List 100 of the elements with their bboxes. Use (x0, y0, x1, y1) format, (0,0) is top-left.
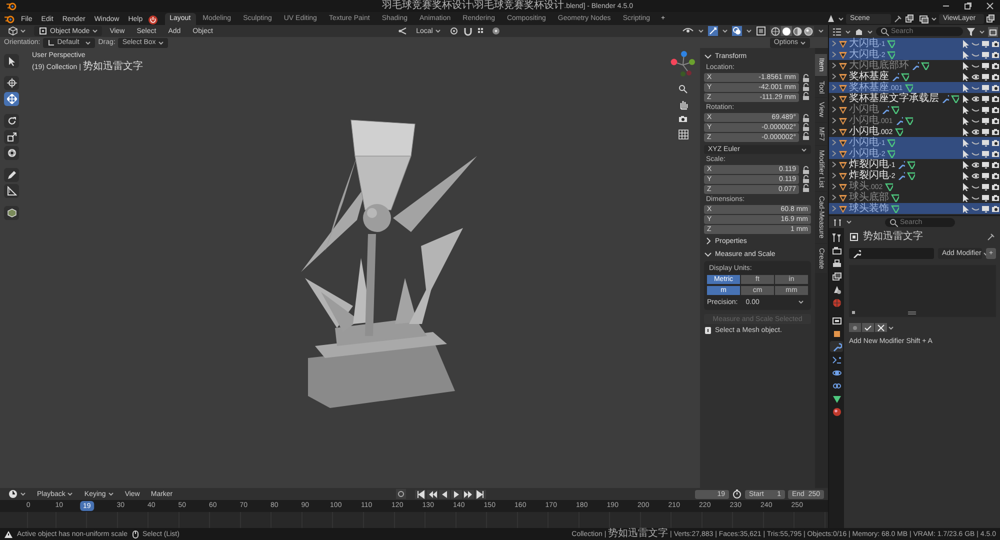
properties-tab[interactable] (830, 245, 843, 256)
monitor-icon[interactable] (981, 149, 989, 158)
overlay-icon[interactable] (732, 26, 742, 36)
tool-button[interactable] (4, 130, 19, 144)
lock-icon[interactable] (802, 114, 810, 122)
zoom-icon[interactable] (678, 84, 688, 95)
stopwatch-icon[interactable] (732, 489, 742, 499)
xray-icon[interactable] (756, 26, 766, 36)
eye-icon[interactable] (971, 160, 979, 169)
camera-icon[interactable] (991, 61, 999, 70)
tool-button[interactable] (4, 146, 19, 160)
monitor-icon[interactable] (981, 116, 989, 125)
grid-icon[interactable] (678, 129, 688, 140)
wrench-icon[interactable] (897, 171, 906, 180)
properties-tab[interactable] (830, 406, 843, 417)
monitor-icon[interactable] (981, 127, 989, 136)
tool-button[interactable] (4, 114, 19, 128)
layers-icon[interactable] (919, 14, 929, 24)
camera-icon[interactable] (991, 160, 999, 169)
shading-button[interactable] (770, 26, 782, 36)
shading-button[interactable] (803, 26, 814, 36)
lock-icon[interactable] (802, 132, 810, 140)
monitor-icon[interactable] (981, 160, 989, 169)
close-icon[interactable] (986, 2, 994, 10)
hand-icon[interactable] (678, 99, 688, 110)
keyframe-icon[interactable] (396, 489, 406, 499)
tool-button[interactable] (4, 206, 19, 220)
properties-tab[interactable] (830, 258, 843, 269)
lock-icon[interactable] (802, 175, 810, 183)
monitor-icon[interactable] (981, 138, 989, 147)
logo-icon[interactable] (6, 1, 17, 11)
playback-button[interactable] (474, 490, 486, 498)
shading-button[interactable] (781, 26, 792, 36)
eye-icon[interactable] (971, 72, 979, 81)
lock-icon[interactable] (802, 123, 810, 131)
tool-button[interactable] (4, 76, 19, 90)
editor-type-icon[interactable] (833, 217, 843, 227)
wrench-icon[interactable] (897, 160, 906, 169)
eye-icon[interactable] (971, 127, 979, 136)
restore-icon[interactable] (964, 2, 972, 10)
camera-icon[interactable] (991, 116, 999, 125)
monitor-icon[interactable] (981, 105, 989, 114)
tool-button[interactable] (4, 54, 19, 68)
outliner-row[interactable]: 大闪电底部环 (829, 60, 1000, 71)
tool-button[interactable] (4, 184, 19, 198)
camera-icon[interactable] (678, 114, 688, 125)
monitor-icon[interactable] (981, 61, 989, 70)
monitor-icon[interactable] (981, 94, 989, 103)
modifier-field[interactable] (849, 248, 934, 259)
pin-icon[interactable] (986, 232, 996, 242)
playback-button[interactable] (426, 490, 438, 498)
outliner-row[interactable]: 球头底部 (829, 192, 1000, 203)
monitor-icon[interactable] (981, 50, 989, 59)
lock-icon[interactable] (802, 184, 810, 192)
monitor-icon[interactable] (981, 171, 989, 180)
wrench-icon[interactable] (894, 116, 903, 125)
monitor-icon[interactable] (981, 72, 989, 81)
camera-icon[interactable] (991, 182, 999, 191)
lock-icon[interactable] (802, 74, 810, 82)
wrench-icon[interactable] (911, 61, 919, 70)
camera-icon[interactable] (991, 72, 999, 81)
camera-icon[interactable] (991, 50, 999, 59)
camera-icon[interactable] (991, 39, 999, 48)
new-collection-icon[interactable] (988, 26, 998, 36)
triangle-icon[interactable] (951, 94, 959, 103)
list-action-button[interactable] (862, 323, 874, 332)
camera-icon[interactable] (991, 149, 999, 158)
list-icon[interactable] (832, 26, 842, 36)
properties-tab[interactable] (830, 232, 843, 243)
proportional-icon[interactable] (490, 26, 501, 36)
camera-icon[interactable] (991, 193, 999, 202)
properties-tab[interactable] (830, 315, 843, 326)
playback-button[interactable] (450, 490, 462, 498)
outliner-row[interactable]: 球头装饰 (829, 203, 1000, 214)
camera-icon[interactable] (991, 138, 999, 147)
lock-icon[interactable] (802, 92, 810, 100)
playback-button[interactable] (414, 490, 426, 498)
wrench-icon[interactable] (881, 105, 889, 114)
gizmo-icon[interactable] (708, 26, 718, 36)
pivot-icon[interactable] (398, 26, 408, 36)
lock-icon[interactable] (802, 166, 810, 174)
camera-icon[interactable] (991, 171, 999, 180)
power-icon[interactable] (148, 15, 158, 25)
properties-tab[interactable] (830, 271, 843, 282)
properties-tab[interactable] (830, 354, 843, 365)
properties-tab[interactable] (830, 393, 843, 404)
monitor-icon[interactable] (981, 83, 989, 92)
camera-icon[interactable] (991, 127, 999, 136)
camera-icon[interactable] (991, 204, 999, 213)
shading-button[interactable] (792, 26, 804, 36)
playback-button[interactable] (438, 490, 450, 498)
grip-icon[interactable] (908, 311, 916, 315)
properties-tab[interactable] (830, 341, 843, 352)
eye-icon[interactable] (971, 94, 979, 103)
monitor-icon[interactable] (981, 204, 989, 213)
logo-icon[interactable] (4, 14, 16, 25)
monitor-icon[interactable] (981, 39, 989, 48)
outliner-row[interactable]: 奖杯基座文字承载层 (829, 93, 1000, 104)
playback-button[interactable] (462, 490, 474, 498)
monitor-icon[interactable] (981, 182, 989, 191)
